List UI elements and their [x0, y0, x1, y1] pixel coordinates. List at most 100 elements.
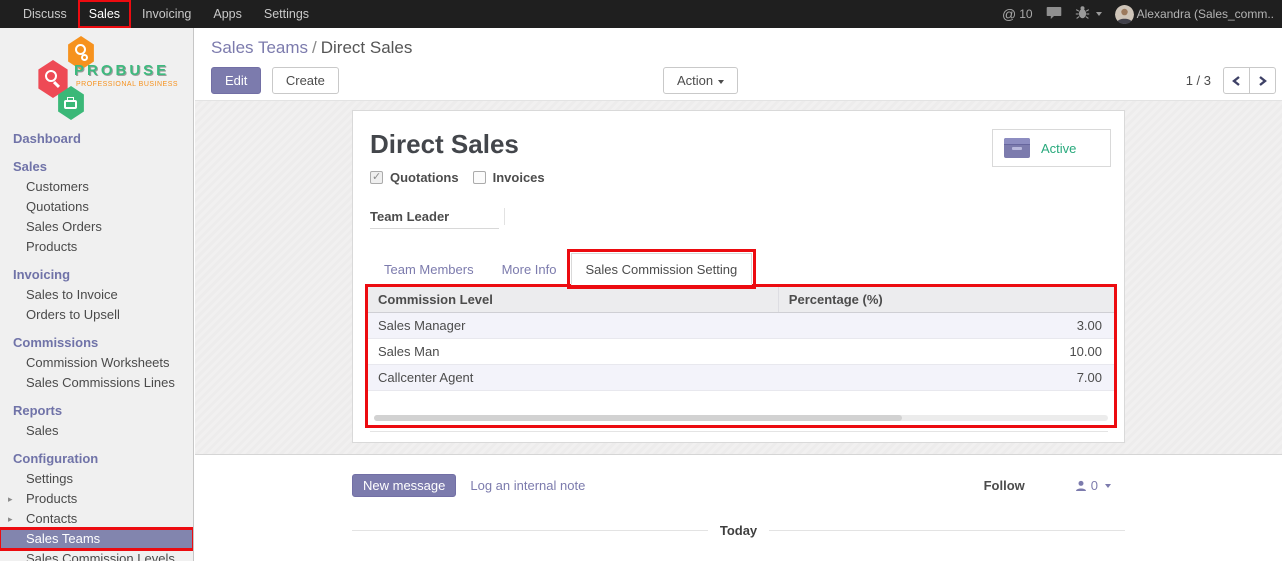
sidebar-header-commissions[interactable]: Commissions: [0, 332, 193, 353]
caret-down-icon: [1105, 484, 1111, 488]
menu-settings[interactable]: Settings: [253, 0, 320, 28]
caret-down-icon: [718, 80, 724, 84]
sidebar-item-orders-to-upsell[interactable]: Orders to Upsell: [0, 305, 193, 325]
sidebar-item-sales-orders[interactable]: Sales Orders: [0, 217, 193, 237]
follow-button[interactable]: Follow: [984, 478, 1025, 493]
menu-apps[interactable]: Apps: [202, 0, 253, 28]
pager-previous-button[interactable]: [1223, 67, 1250, 94]
sidebar-item-products[interactable]: Products: [0, 237, 193, 257]
chatter: New message Log an internal note Follow …: [195, 455, 1282, 561]
breadcrumb-sales-teams-link[interactable]: Sales Teams: [211, 38, 308, 57]
breadcrumb-separator: /: [308, 38, 321, 57]
chevron-down-icon: [1096, 12, 1102, 16]
bug-icon: [1075, 5, 1090, 23]
debug-menu[interactable]: [1075, 5, 1102, 23]
percentage-cell: 7.00: [778, 365, 1114, 391]
sidebar-item-customers[interactable]: Customers: [0, 177, 193, 197]
new-message-button[interactable]: New message: [352, 474, 456, 497]
sidebar-header-dashboard[interactable]: Dashboard: [0, 128, 193, 149]
quotations-checkbox[interactable]: [370, 171, 383, 184]
sidebar-item-config-products[interactable]: ▸Products: [0, 489, 193, 509]
menu-sales[interactable]: Sales: [78, 0, 131, 28]
topbar: Discuss Sales Invoicing Apps Settings @ …: [0, 0, 1282, 28]
horizontal-scrollbar: [374, 415, 1108, 421]
caret-right-icon: ▸: [8, 493, 13, 507]
active-stat-button[interactable]: Active: [992, 129, 1111, 167]
activity-at-icon: @: [1002, 6, 1016, 22]
commission-table-annotated: Commission Level Percentage (%) Sales Ma…: [365, 284, 1117, 428]
table-row[interactable]: Sales Man 10.00: [368, 339, 1114, 365]
pager-next-button[interactable]: [1249, 67, 1276, 94]
action-dropdown-button[interactable]: Action: [663, 67, 738, 94]
form-divider: [370, 431, 1108, 432]
sidebar-nav: Dashboard Sales Customers Quotations Sal…: [0, 128, 193, 561]
tab-sales-commission-setting[interactable]: Sales Commission Setting: [571, 253, 753, 285]
sidebar-item-commission-worksheets[interactable]: Commission Worksheets: [0, 353, 193, 373]
commission-level-cell: Sales Man: [368, 339, 778, 365]
create-button[interactable]: Create: [272, 67, 339, 94]
sidebar-item-sales-commission-levels[interactable]: Sales Commission Levels: [0, 549, 193, 561]
logo-subtitle: PROFESSIONAL BUSINESS: [76, 81, 178, 88]
invoices-label: Invoices: [493, 170, 545, 185]
sidebar-item-reports-sales[interactable]: Sales: [0, 421, 193, 441]
sidebar-item-quotations[interactable]: Quotations: [0, 197, 193, 217]
sidebar: PROBUSE PROFESSIONAL BUSINESS Dashboard …: [0, 28, 194, 561]
tab-more-info[interactable]: More Info: [488, 254, 571, 284]
probuse-logo: PROBUSE PROFESSIONAL BUSINESS: [30, 36, 170, 118]
column-header-commission-level[interactable]: Commission Level: [368, 287, 778, 313]
chevron-left-icon: [1231, 75, 1242, 87]
sidebar-header-configuration[interactable]: Configuration: [0, 448, 193, 469]
sidebar-item-settings[interactable]: Settings: [0, 469, 193, 489]
active-label: Active: [1041, 141, 1076, 156]
commission-level-cell: Sales Manager: [368, 313, 778, 339]
activity-count: 10: [1019, 7, 1032, 21]
logo-title: PROBUSE: [74, 62, 169, 79]
caret-right-icon: ▸: [8, 513, 13, 527]
sidebar-header-invoicing[interactable]: Invoicing: [0, 264, 193, 285]
breadcrumb: Sales Teams/Direct Sales: [211, 38, 1282, 58]
archive-box-icon: [1004, 138, 1030, 158]
tab-team-members[interactable]: Team Members: [370, 254, 488, 284]
followers-menu[interactable]: 0: [1075, 478, 1111, 493]
control-panel: Sales Teams/Direct Sales Edit Create Act…: [195, 28, 1282, 100]
follower-person-icon: [1075, 480, 1087, 492]
sales-team-form: Active Direct Sales Quotations Invoices …: [352, 110, 1125, 443]
percentage-cell: 3.00: [778, 313, 1114, 339]
user-menu[interactable]: Alexandra (Sales_comm..: [1115, 5, 1274, 24]
sidebar-header-sales[interactable]: Sales: [0, 156, 193, 177]
commission-table: Commission Level Percentage (%) Sales Ma…: [368, 287, 1114, 413]
sidebar-header-reports[interactable]: Reports: [0, 400, 193, 421]
table-row[interactable]: Sales Manager 3.00: [368, 313, 1114, 339]
scrollbar-thumb[interactable]: [374, 415, 902, 421]
notebook-tabs: Team Members More Info Sales Commission …: [370, 253, 1108, 285]
pager-counter: 1 / 3: [1186, 73, 1211, 88]
activity-menu[interactable]: @ 10: [1002, 6, 1033, 22]
date-separator-label: Today: [720, 523, 757, 538]
date-separator: Today: [352, 523, 1125, 538]
percentage-cell: 10.00: [778, 339, 1114, 365]
sidebar-item-sales-teams[interactable]: Sales Teams: [0, 529, 193, 549]
commission-level-cell: Callcenter Agent: [368, 365, 778, 391]
sidebar-item-sales-to-invoice[interactable]: Sales to Invoice: [0, 285, 193, 305]
team-leader-row: Team Leader: [370, 208, 1124, 228]
menu-discuss[interactable]: Discuss: [12, 0, 78, 28]
edit-button[interactable]: Edit: [211, 67, 261, 94]
chevron-right-icon: [1257, 75, 1268, 87]
sidebar-item-contacts[interactable]: ▸Contacts: [0, 509, 193, 529]
column-header-percentage[interactable]: Percentage (%): [778, 287, 1114, 313]
quotations-label: Quotations: [390, 170, 459, 185]
table-row[interactable]: Callcenter Agent 7.00: [368, 365, 1114, 391]
log-internal-note-link[interactable]: Log an internal note: [470, 478, 585, 493]
sidebar-item-sales-commissions-lines[interactable]: Sales Commissions Lines: [0, 373, 193, 393]
menu-invoicing[interactable]: Invoicing: [131, 0, 202, 28]
user-name: Alexandra (Sales_comm..: [1137, 7, 1274, 21]
invoices-checkbox[interactable]: [473, 171, 486, 184]
field-separator: [504, 208, 505, 225]
messages-menu[interactable]: [1046, 6, 1062, 23]
chat-bubble-icon: [1046, 6, 1062, 23]
table-empty-row: [368, 391, 1114, 413]
pager: 1 / 3: [1186, 67, 1276, 94]
app-menus: Discuss Sales Invoicing Apps Settings: [0, 0, 320, 28]
breadcrumb-current: Direct Sales: [321, 38, 413, 57]
followers-count: 0: [1091, 478, 1098, 493]
